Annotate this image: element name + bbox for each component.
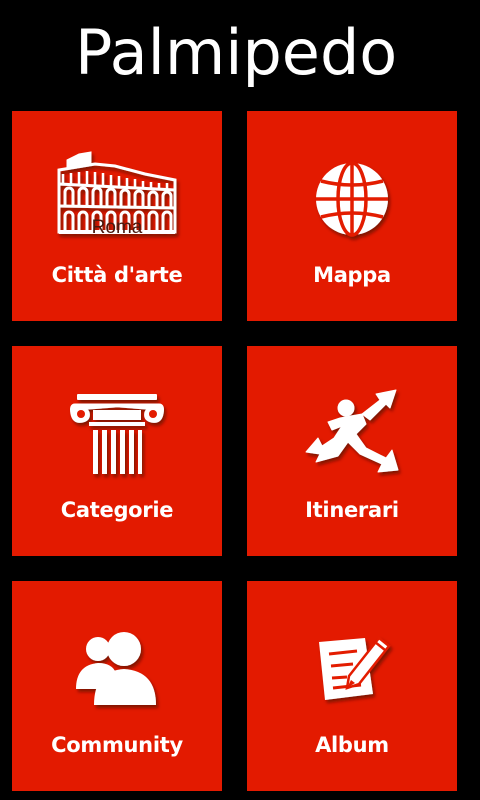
tile-label: Album — [315, 733, 389, 757]
running-arrows-icon — [287, 374, 417, 494]
tile-mappa[interactable]: Mappa — [247, 111, 457, 321]
users-icon — [52, 607, 182, 727]
tile-album[interactable]: Album — [247, 581, 457, 791]
tile-label: Città d'arte — [51, 263, 183, 287]
globe-icon — [287, 139, 417, 259]
tile-label: Community — [51, 733, 183, 757]
tile-label: Mappa — [313, 263, 391, 287]
tile-itinerari[interactable]: Itinerari — [247, 346, 457, 556]
notepad-pencil-icon — [287, 605, 417, 725]
tile-community[interactable]: Community — [12, 581, 222, 791]
tile-label: Categorie — [60, 498, 174, 522]
roma-caption: Roma — [91, 217, 143, 238]
column-icon — [52, 376, 182, 496]
tile-citta-darte[interactable]: Roma Città d'arte — [12, 111, 222, 321]
tile-categorie[interactable]: Categorie — [12, 346, 222, 556]
app-screen: Palmipedo Roma Città d'arte Mappa Catego… — [0, 0, 480, 800]
tile-label: Itinerari — [305, 498, 399, 522]
app-title: Palmipedo — [75, 16, 398, 89]
